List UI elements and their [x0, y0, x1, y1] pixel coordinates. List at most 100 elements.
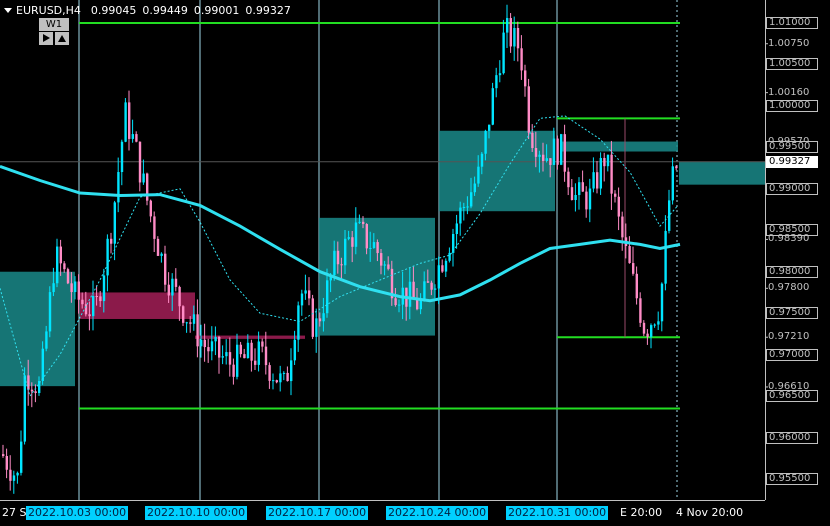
candle — [160, 252, 163, 263]
price-label: 0.97210 — [768, 331, 810, 343]
timeframe-next-button[interactable] — [55, 32, 69, 45]
candle-body — [308, 290, 311, 299]
candle-body — [268, 365, 271, 381]
candle — [203, 323, 206, 362]
candle-body — [603, 157, 606, 167]
candle — [304, 274, 307, 300]
candle-body — [617, 196, 620, 217]
candle-body — [347, 237, 350, 239]
candle-body — [455, 223, 458, 235]
candle — [16, 471, 19, 484]
candle-body — [196, 314, 199, 347]
candle-body — [369, 247, 372, 249]
candle — [117, 157, 120, 213]
candle — [516, 21, 520, 62]
teal-zone — [560, 141, 678, 152]
candle — [34, 384, 37, 403]
candle-body — [574, 194, 577, 201]
candle-body — [506, 18, 509, 33]
candle-body — [610, 154, 613, 194]
candle — [149, 199, 152, 223]
candle-body — [207, 347, 210, 352]
price-chart[interactable] — [0, 0, 830, 526]
candle-body — [326, 280, 329, 314]
candle-body — [5, 455, 8, 470]
candle — [182, 305, 185, 326]
candle-body — [66, 269, 70, 284]
candle-body — [434, 288, 437, 290]
candle-body — [12, 475, 16, 481]
candle-body — [315, 318, 318, 337]
candle-body — [192, 314, 196, 324]
menu-triangle-icon[interactable] — [4, 7, 12, 13]
candle-body — [131, 134, 134, 139]
candle-body — [160, 253, 163, 256]
candle — [441, 259, 444, 273]
candle-body — [311, 298, 314, 337]
candle-body — [9, 469, 12, 481]
candle-body — [653, 324, 656, 326]
candle-body — [426, 281, 430, 283]
candle-body — [236, 344, 239, 377]
price-label: 1.00750 — [768, 37, 810, 49]
candle-body — [30, 389, 34, 392]
candle-body — [567, 171, 570, 188]
candle-body — [290, 360, 293, 382]
candle — [254, 348, 257, 370]
candle-body — [178, 286, 181, 307]
candle — [135, 131, 138, 143]
arrow-right-icon — [43, 34, 50, 42]
candle-body — [675, 166, 678, 169]
candle — [578, 177, 581, 210]
candle-body — [218, 336, 221, 358]
candle — [48, 286, 52, 338]
candle — [9, 455, 12, 491]
candle-body — [221, 356, 224, 358]
price-label: 0.96500 — [766, 390, 818, 403]
candle — [560, 133, 563, 166]
candle-body — [444, 260, 448, 272]
candle-body — [297, 305, 300, 340]
candle-body — [466, 206, 469, 208]
candle-body — [264, 346, 268, 366]
candle-body — [243, 354, 246, 359]
candle-body — [232, 364, 235, 377]
candle — [12, 470, 16, 494]
candle-body — [304, 290, 307, 294]
candle — [628, 236, 631, 264]
candle — [671, 157, 674, 205]
candle-body — [2, 454, 5, 456]
candle-body — [549, 158, 552, 165]
candle-body — [495, 75, 498, 89]
price-label: 0.97800 — [768, 282, 810, 294]
teal-zone — [439, 130, 555, 212]
candle — [632, 246, 635, 276]
candle — [286, 366, 289, 382]
timeframe-prev-button[interactable] — [39, 32, 53, 45]
candle — [599, 152, 602, 195]
candle — [185, 321, 188, 333]
candle-body — [502, 32, 505, 74]
candle-body — [124, 102, 127, 142]
candle-body — [16, 472, 19, 476]
candle — [207, 338, 210, 363]
candle-body — [358, 221, 361, 223]
candle-body — [606, 154, 610, 167]
candle — [308, 277, 311, 306]
candle-body — [286, 372, 289, 382]
candle — [617, 187, 620, 231]
candle — [657, 311, 660, 330]
price-label: 0.97000 — [766, 348, 818, 361]
candle — [585, 186, 588, 218]
candle-body — [156, 238, 160, 256]
candle-body — [563, 134, 566, 172]
candle-body — [430, 282, 433, 290]
candle-body — [524, 70, 527, 87]
candle — [315, 308, 318, 353]
candle — [279, 365, 282, 392]
candle — [92, 280, 95, 331]
high-value: 0.99449 — [142, 3, 188, 17]
candle — [653, 323, 656, 328]
price-label: 0.96000 — [766, 431, 818, 444]
candle — [574, 183, 577, 212]
